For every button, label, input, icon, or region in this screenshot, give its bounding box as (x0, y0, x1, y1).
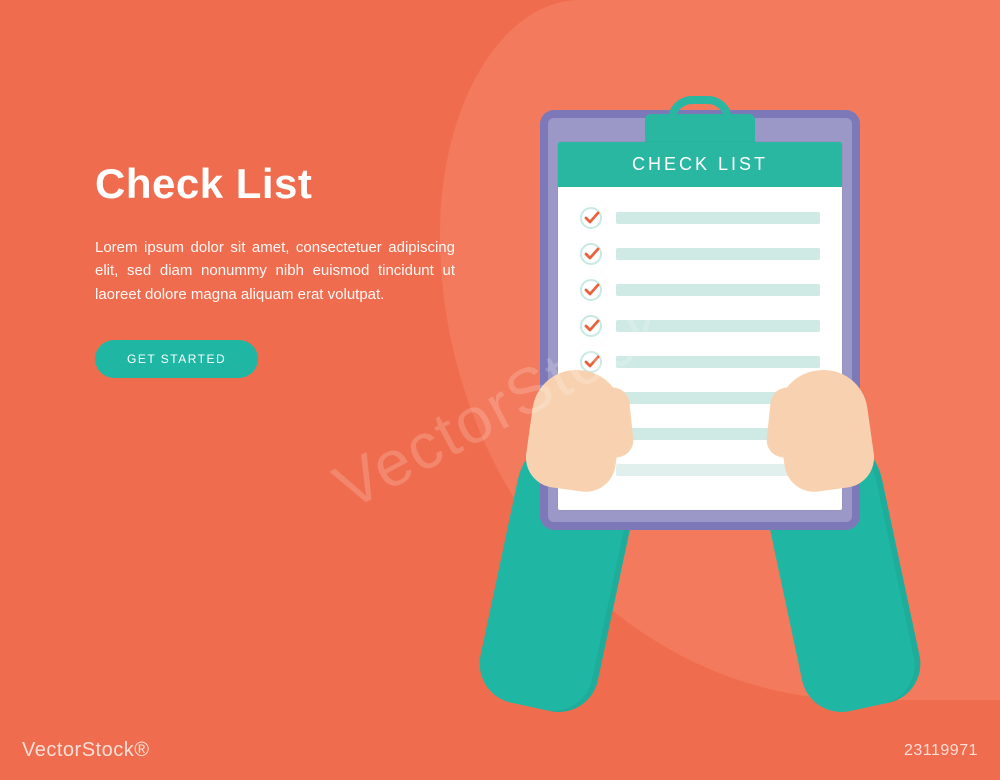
hero-body: Lorem ipsum dolor sit amet, consectetuer… (95, 236, 455, 306)
hero-copy: Check List Lorem ipsum dolor sit amet, c… (95, 160, 455, 378)
checklist-row (580, 207, 820, 229)
get-started-button[interactable]: GET STARTED (95, 340, 258, 378)
checklist-row (580, 315, 820, 337)
hero-banner: Check List Lorem ipsum dolor sit amet, c… (0, 0, 1000, 780)
watermark-brand: VectorStock® (22, 739, 149, 762)
checklist-text-bar (616, 320, 820, 332)
checklist-text-bar (616, 284, 820, 296)
checkmark-icon (580, 243, 602, 265)
checklist-text-bar (616, 212, 820, 224)
clipboard-illustration: CHECK LIST (480, 70, 920, 710)
checklist-text-bar (616, 356, 820, 368)
hand-right (772, 364, 878, 495)
checklist-text-bar (616, 248, 820, 260)
checkmark-icon (580, 279, 602, 301)
checkmark-icon (580, 207, 602, 229)
checkmark-icon (580, 315, 602, 337)
checklist-row (580, 351, 820, 373)
checklist-row (580, 279, 820, 301)
watermark-id: 23119971 (904, 742, 978, 760)
hero-title: Check List (95, 160, 455, 208)
clipboard-heading: CHECK LIST (558, 142, 842, 187)
checklist-row (580, 243, 820, 265)
